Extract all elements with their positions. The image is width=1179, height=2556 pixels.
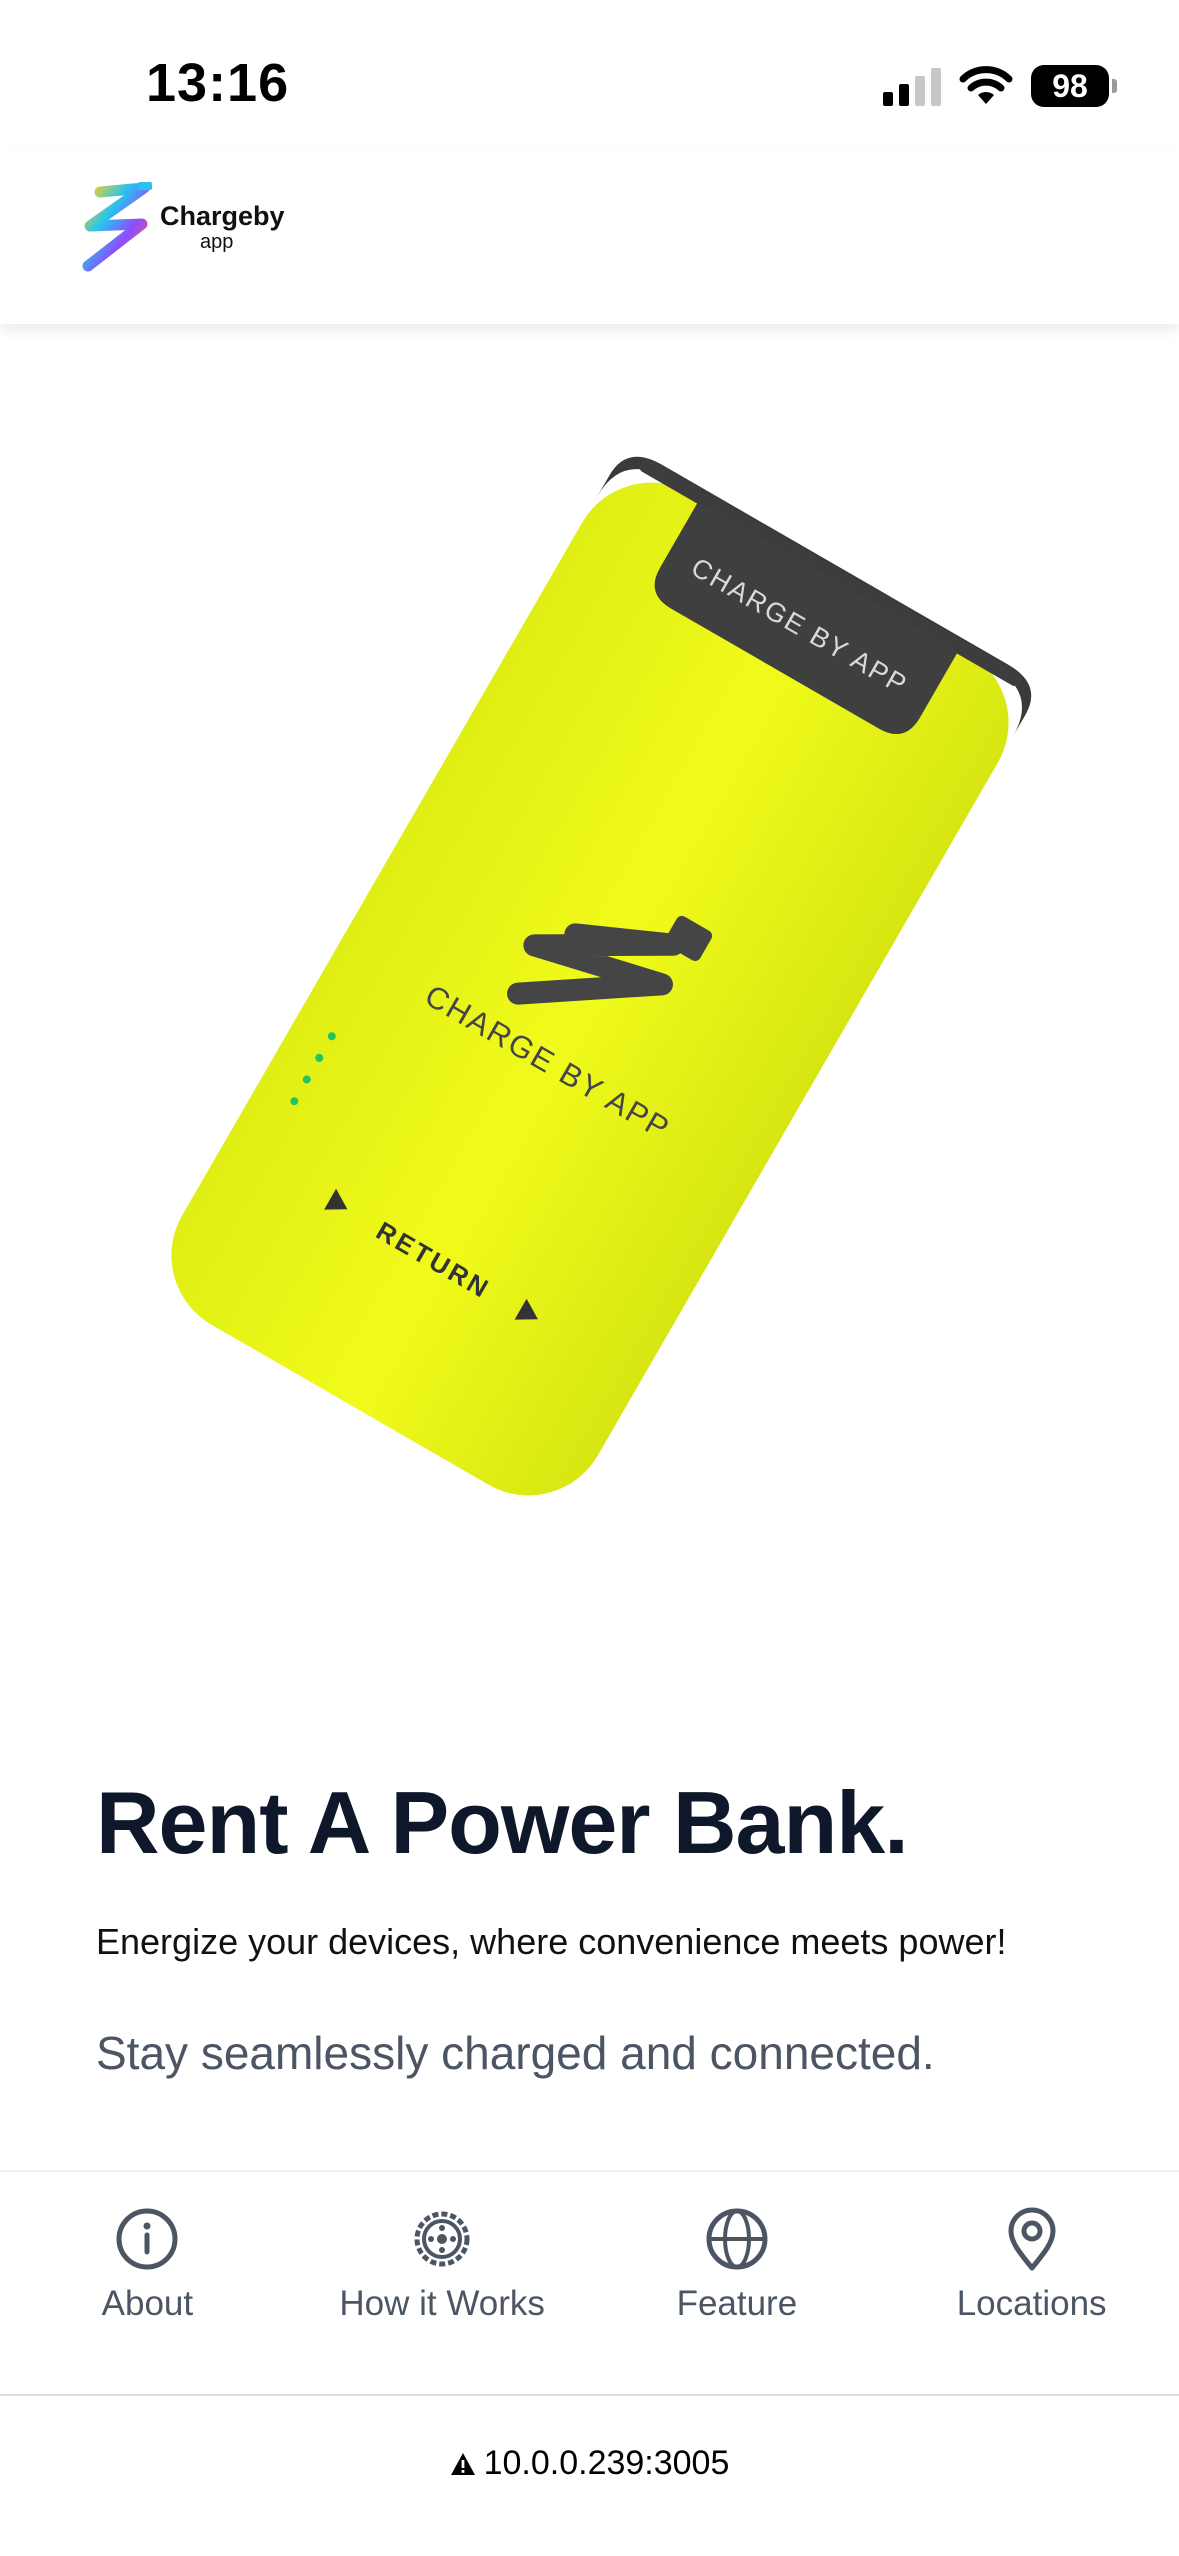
page-title: Rent A Power Bank. [96,1773,909,1872]
nav-label-about: About [101,2284,194,2323]
nav-item-locations[interactable]: Locations [884,2172,1179,2394]
battery-level: 98 [1052,67,1088,104]
battery-icon: 98 [1031,65,1117,107]
nav-item-how-it-works[interactable]: How it Works [295,2172,590,2394]
info-icon [116,2208,178,2270]
browser-url-bar[interactable]: 10.0.0.239:3005 [0,2394,1179,2556]
logo-sub: app [200,230,234,253]
url-display[interactable]: 10.0.0.239:3005 [0,2444,1179,2483]
wifi-icon [959,66,1013,104]
nav-item-feature[interactable]: Feature [590,2172,885,2394]
app-header: Chargeby app [0,150,1179,324]
warning-icon [450,2452,475,2475]
logo-name: Chargeby [160,200,285,231]
nav-item-about[interactable]: About [0,2172,295,2394]
cellular-signal-icon [883,66,941,106]
power-bank-image: CHARGE BY APP CHARGE BY APP RETURN [171,456,1032,1496]
chargeby-logo[interactable]: Chargeby app [72,178,285,278]
status-icons: 98 [883,62,1117,110]
main-content: Rent A Power Bank. Energize your devices… [96,1773,1096,2089]
status-time: 13:16 [146,53,290,113]
page-lead: Stay seamlessly charged and connected. [96,2026,935,2079]
nav-label-how-it-works: How it Works [339,2284,545,2323]
status-bar: 13:16 98 [0,0,1179,150]
gear-icon [414,2211,470,2267]
globe-icon [706,2208,768,2270]
page-subtitle: Energize your devices, where convenience… [96,1920,1007,1962]
nav-label-locations: Locations [956,2284,1107,2323]
url-text: 10.0.0.239:3005 [483,2444,730,2482]
bottom-nav: About How it Works Feature Locations [0,2170,1179,2394]
nav-label-feature: Feature [676,2284,798,2323]
map-pin-icon [1008,2207,1056,2271]
chargeby-logo-icon [82,182,152,272]
